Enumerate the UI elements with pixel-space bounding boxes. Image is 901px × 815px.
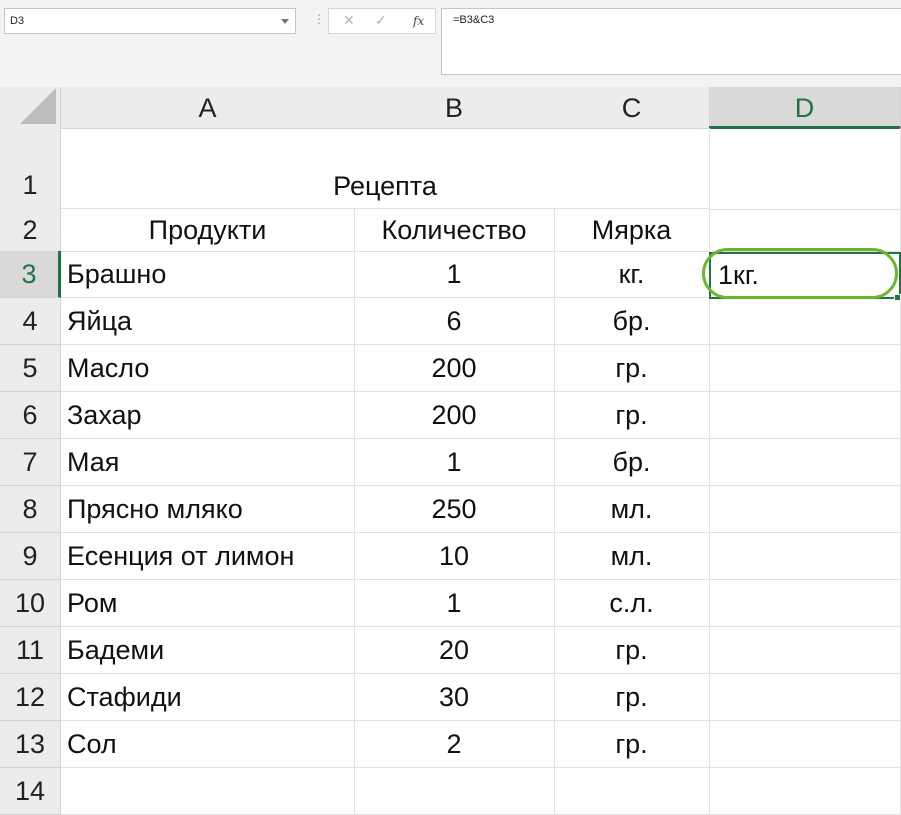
result-cell[interactable]: [709, 580, 901, 627]
recipe-title: Рецепта: [333, 171, 437, 201]
unit-cell[interactable]: мл.: [554, 486, 710, 533]
column-c-header[interactable]: C: [554, 87, 710, 129]
result-cell[interactable]: [709, 345, 901, 392]
quantity-cell[interactable]: 1: [354, 580, 555, 627]
row-header-14[interactable]: 14: [0, 768, 61, 815]
formula-toolbar: D3 ⋮ ✕ ✓ fx =B3&C3: [0, 0, 901, 87]
product-cell[interactable]: Бадеми: [61, 627, 355, 674]
quantity-cell[interactable]: 6: [354, 298, 555, 345]
unit-cell[interactable]: гр.: [554, 345, 710, 392]
name-box-value: D3: [10, 15, 25, 27]
row-header-3[interactable]: 3: [0, 251, 61, 298]
result-cell[interactable]: [709, 721, 901, 768]
result-cell[interactable]: [709, 298, 901, 345]
product-cell[interactable]: Яйца: [61, 298, 355, 345]
quantity-cell[interactable]: 200: [354, 345, 555, 392]
quantity-cell[interactable]: 10: [354, 533, 555, 580]
product-cell[interactable]: Сол: [61, 721, 355, 768]
formula-tools: ✕ ✓ fx: [328, 8, 436, 34]
formula-text: =B3&C3: [453, 14, 495, 26]
cancel-icon[interactable]: ✕: [343, 12, 355, 29]
result-cell[interactable]: [709, 533, 901, 580]
unit-cell[interactable]: гр.: [554, 627, 710, 674]
header-cell-b[interactable]: Количество: [354, 209, 555, 252]
row-header-6[interactable]: 6: [0, 392, 61, 439]
insert-function-icon[interactable]: fx: [413, 14, 424, 28]
cell-row-14-d[interactable]: [709, 768, 901, 815]
row-header-2[interactable]: 2: [0, 209, 61, 252]
result-cell[interactable]: [709, 486, 901, 533]
unit-cell[interactable]: бр.: [554, 439, 710, 486]
quantity-cell[interactable]: 200: [354, 392, 555, 439]
quantity-cell[interactable]: 20: [354, 627, 555, 674]
unit-cell[interactable]: гр.: [554, 721, 710, 768]
row-header-9[interactable]: 9: [0, 533, 61, 580]
result-cell[interactable]: [709, 439, 901, 486]
product-cell[interactable]: Стафиди: [61, 674, 355, 721]
quantity-cell[interactable]: 250: [354, 486, 555, 533]
unit-cell[interactable]: с.л.: [554, 580, 710, 627]
grip-dots-icon[interactable]: ⋮: [313, 12, 325, 26]
quantity-cell[interactable]: 1: [354, 439, 555, 486]
result-cell[interactable]: [709, 674, 901, 721]
product-cell[interactable]: Захар: [61, 392, 355, 439]
cell-row-14-c[interactable]: [554, 768, 710, 815]
row-header-5[interactable]: 5: [0, 345, 61, 392]
column-a-header[interactable]: A: [61, 87, 355, 129]
unit-cell[interactable]: кг.: [554, 251, 710, 298]
product-cell[interactable]: Есенция от лимон: [61, 533, 355, 580]
unit-cell[interactable]: гр.: [554, 392, 710, 439]
row-header-8[interactable]: 8: [0, 486, 61, 533]
header-cell-c[interactable]: Мярка: [554, 209, 710, 252]
product-cell[interactable]: Брашно: [61, 251, 355, 298]
active-cell-value: 1кг.: [718, 260, 759, 290]
select-all-button[interactable]: [0, 87, 61, 129]
row-header-13[interactable]: 13: [0, 721, 61, 768]
chevron-down-icon[interactable]: [281, 19, 289, 24]
name-box[interactable]: D3: [4, 8, 296, 34]
active-cell-d3[interactable]: 1кг.: [709, 252, 901, 299]
cell-row-14-b[interactable]: [354, 768, 555, 815]
row-header-12[interactable]: 12: [0, 674, 61, 721]
row-header-1[interactable]: 1: [0, 128, 61, 210]
product-cell[interactable]: Масло: [61, 345, 355, 392]
recipe-title-cell[interactable]: Рецепта: [61, 128, 710, 209]
product-cell[interactable]: Мая: [61, 439, 355, 486]
cell-row-14-a[interactable]: [61, 768, 355, 815]
product-cell[interactable]: Ром: [61, 580, 355, 627]
row-header-11[interactable]: 11: [0, 627, 61, 674]
product-cell[interactable]: Прясно мляко: [61, 486, 355, 533]
quantity-cell[interactable]: 2: [354, 721, 555, 768]
header-cell-a[interactable]: Продукти: [61, 209, 355, 252]
result-cell[interactable]: [709, 392, 901, 439]
select-all-triangle-icon: [20, 88, 56, 124]
row-header-4[interactable]: 4: [0, 298, 61, 345]
row-header-7[interactable]: 7: [0, 439, 61, 486]
cell-d1[interactable]: [709, 128, 901, 210]
fill-handle[interactable]: [894, 294, 901, 301]
formula-input[interactable]: =B3&C3: [441, 8, 901, 75]
result-cell[interactable]: [709, 627, 901, 674]
quantity-cell[interactable]: 1: [354, 251, 555, 298]
enter-icon[interactable]: ✓: [375, 12, 387, 29]
cell-d2[interactable]: [709, 209, 901, 252]
row-header-10[interactable]: 10: [0, 580, 61, 627]
column-b-header[interactable]: B: [354, 87, 555, 129]
column-d-header[interactable]: D: [709, 87, 901, 129]
unit-cell[interactable]: мл.: [554, 533, 710, 580]
unit-cell[interactable]: гр.: [554, 674, 710, 721]
unit-cell[interactable]: бр.: [554, 298, 710, 345]
quantity-cell[interactable]: 30: [354, 674, 555, 721]
